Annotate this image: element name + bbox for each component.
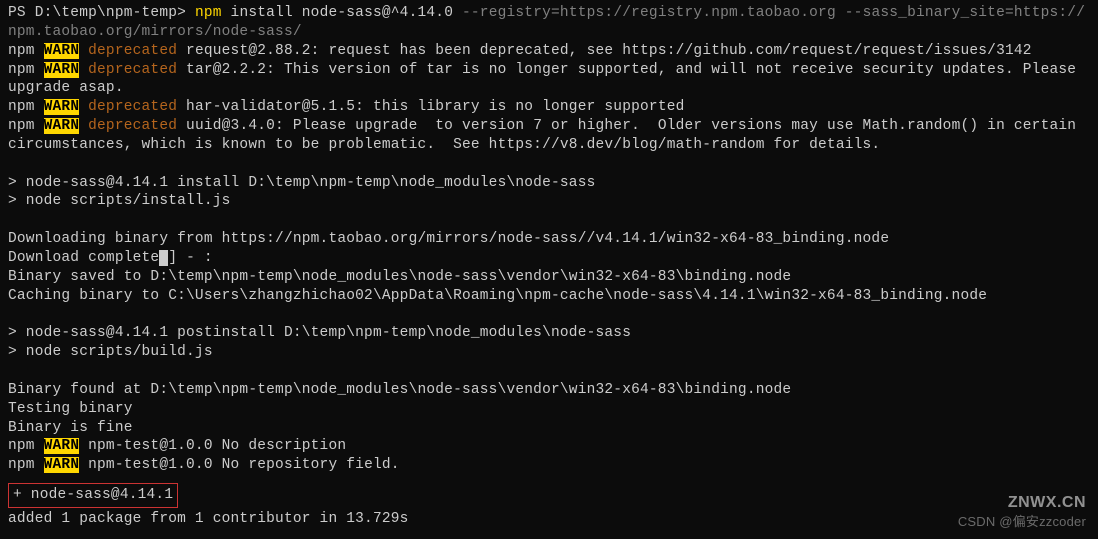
- blank: [8, 211, 1090, 230]
- download-line: Downloading binary from https://npm.taob…: [8, 230, 1090, 249]
- postinstall-header: > node-sass@4.14.1 postinstall D:\temp\n…: [8, 324, 1090, 343]
- prompt-line[interactable]: PS D:\temp\npm-temp> npm install node-sa…: [8, 4, 1090, 42]
- warn-badge: WARN: [44, 43, 80, 59]
- added-line: added 1 package from 1 contributor in 13…: [8, 510, 1090, 529]
- testing-binary: Testing binary: [8, 400, 1090, 419]
- blank: [8, 155, 1090, 174]
- deprecated-label: deprecated: [88, 118, 177, 134]
- blank: [8, 362, 1090, 381]
- deprecated-label: deprecated: [88, 62, 177, 78]
- deprecated-label: deprecated: [88, 99, 177, 115]
- npm-args: install node-sass@^4.14.0: [222, 5, 462, 21]
- watermark-text: CSDN @偏安zzcoder: [958, 514, 1086, 531]
- warn-line: npm WARN npm-test@1.0.0 No description: [8, 437, 1090, 456]
- warn-badge: WARN: [44, 62, 80, 78]
- ps-prompt: PS D:\temp\npm-temp>: [8, 5, 195, 21]
- warn-block: npm WARN deprecated request@2.88.2: requ…: [8, 42, 1090, 155]
- blank: [8, 306, 1090, 325]
- download-complete: Download complete] - :: [8, 249, 1090, 268]
- warn-badge: WARN: [44, 99, 80, 115]
- binary-saved: Binary saved to D:\temp\npm-temp\node_mo…: [8, 268, 1090, 287]
- warn-line: npm WARN deprecated har-validator@5.1.5:…: [8, 98, 1090, 117]
- install-script: > node scripts/install.js: [8, 192, 1090, 211]
- watermark-logo: ZNWX.CN: [958, 493, 1086, 514]
- warn-tail-block: npm WARN npm-test@1.0.0 No descriptionnp…: [8, 437, 1090, 475]
- deprecated-label: deprecated: [88, 43, 177, 59]
- warn-badge: WARN: [44, 457, 80, 473]
- warn-badge: WARN: [44, 118, 80, 134]
- npm-command: npm: [195, 5, 222, 21]
- result-box-wrapper: + node-sass@4.14.1: [8, 475, 1090, 510]
- warn-line: npm WARN npm-test@1.0.0 No repository fi…: [8, 456, 1090, 475]
- install-header: > node-sass@4.14.1 install D:\temp\npm-t…: [8, 174, 1090, 193]
- progress-block-icon: [159, 250, 168, 266]
- warn-line: npm WARN deprecated tar@2.2.2: This vers…: [8, 61, 1090, 99]
- warn-line: npm WARN deprecated uuid@3.4.0: Please u…: [8, 117, 1090, 155]
- warn-line: npm WARN deprecated request@2.88.2: requ…: [8, 42, 1090, 61]
- warn-badge: WARN: [44, 438, 80, 454]
- watermark: ZNWX.CN CSDN @偏安zzcoder: [958, 493, 1086, 531]
- binary-fine: Binary is fine: [8, 419, 1090, 438]
- result-highlight: + node-sass@4.14.1: [8, 483, 178, 508]
- caching-binary: Caching binary to C:\Users\zhangzhichao0…: [8, 287, 1090, 306]
- binary-found: Binary found at D:\temp\npm-temp\node_mo…: [8, 381, 1090, 400]
- postinstall-script: > node scripts/build.js: [8, 343, 1090, 362]
